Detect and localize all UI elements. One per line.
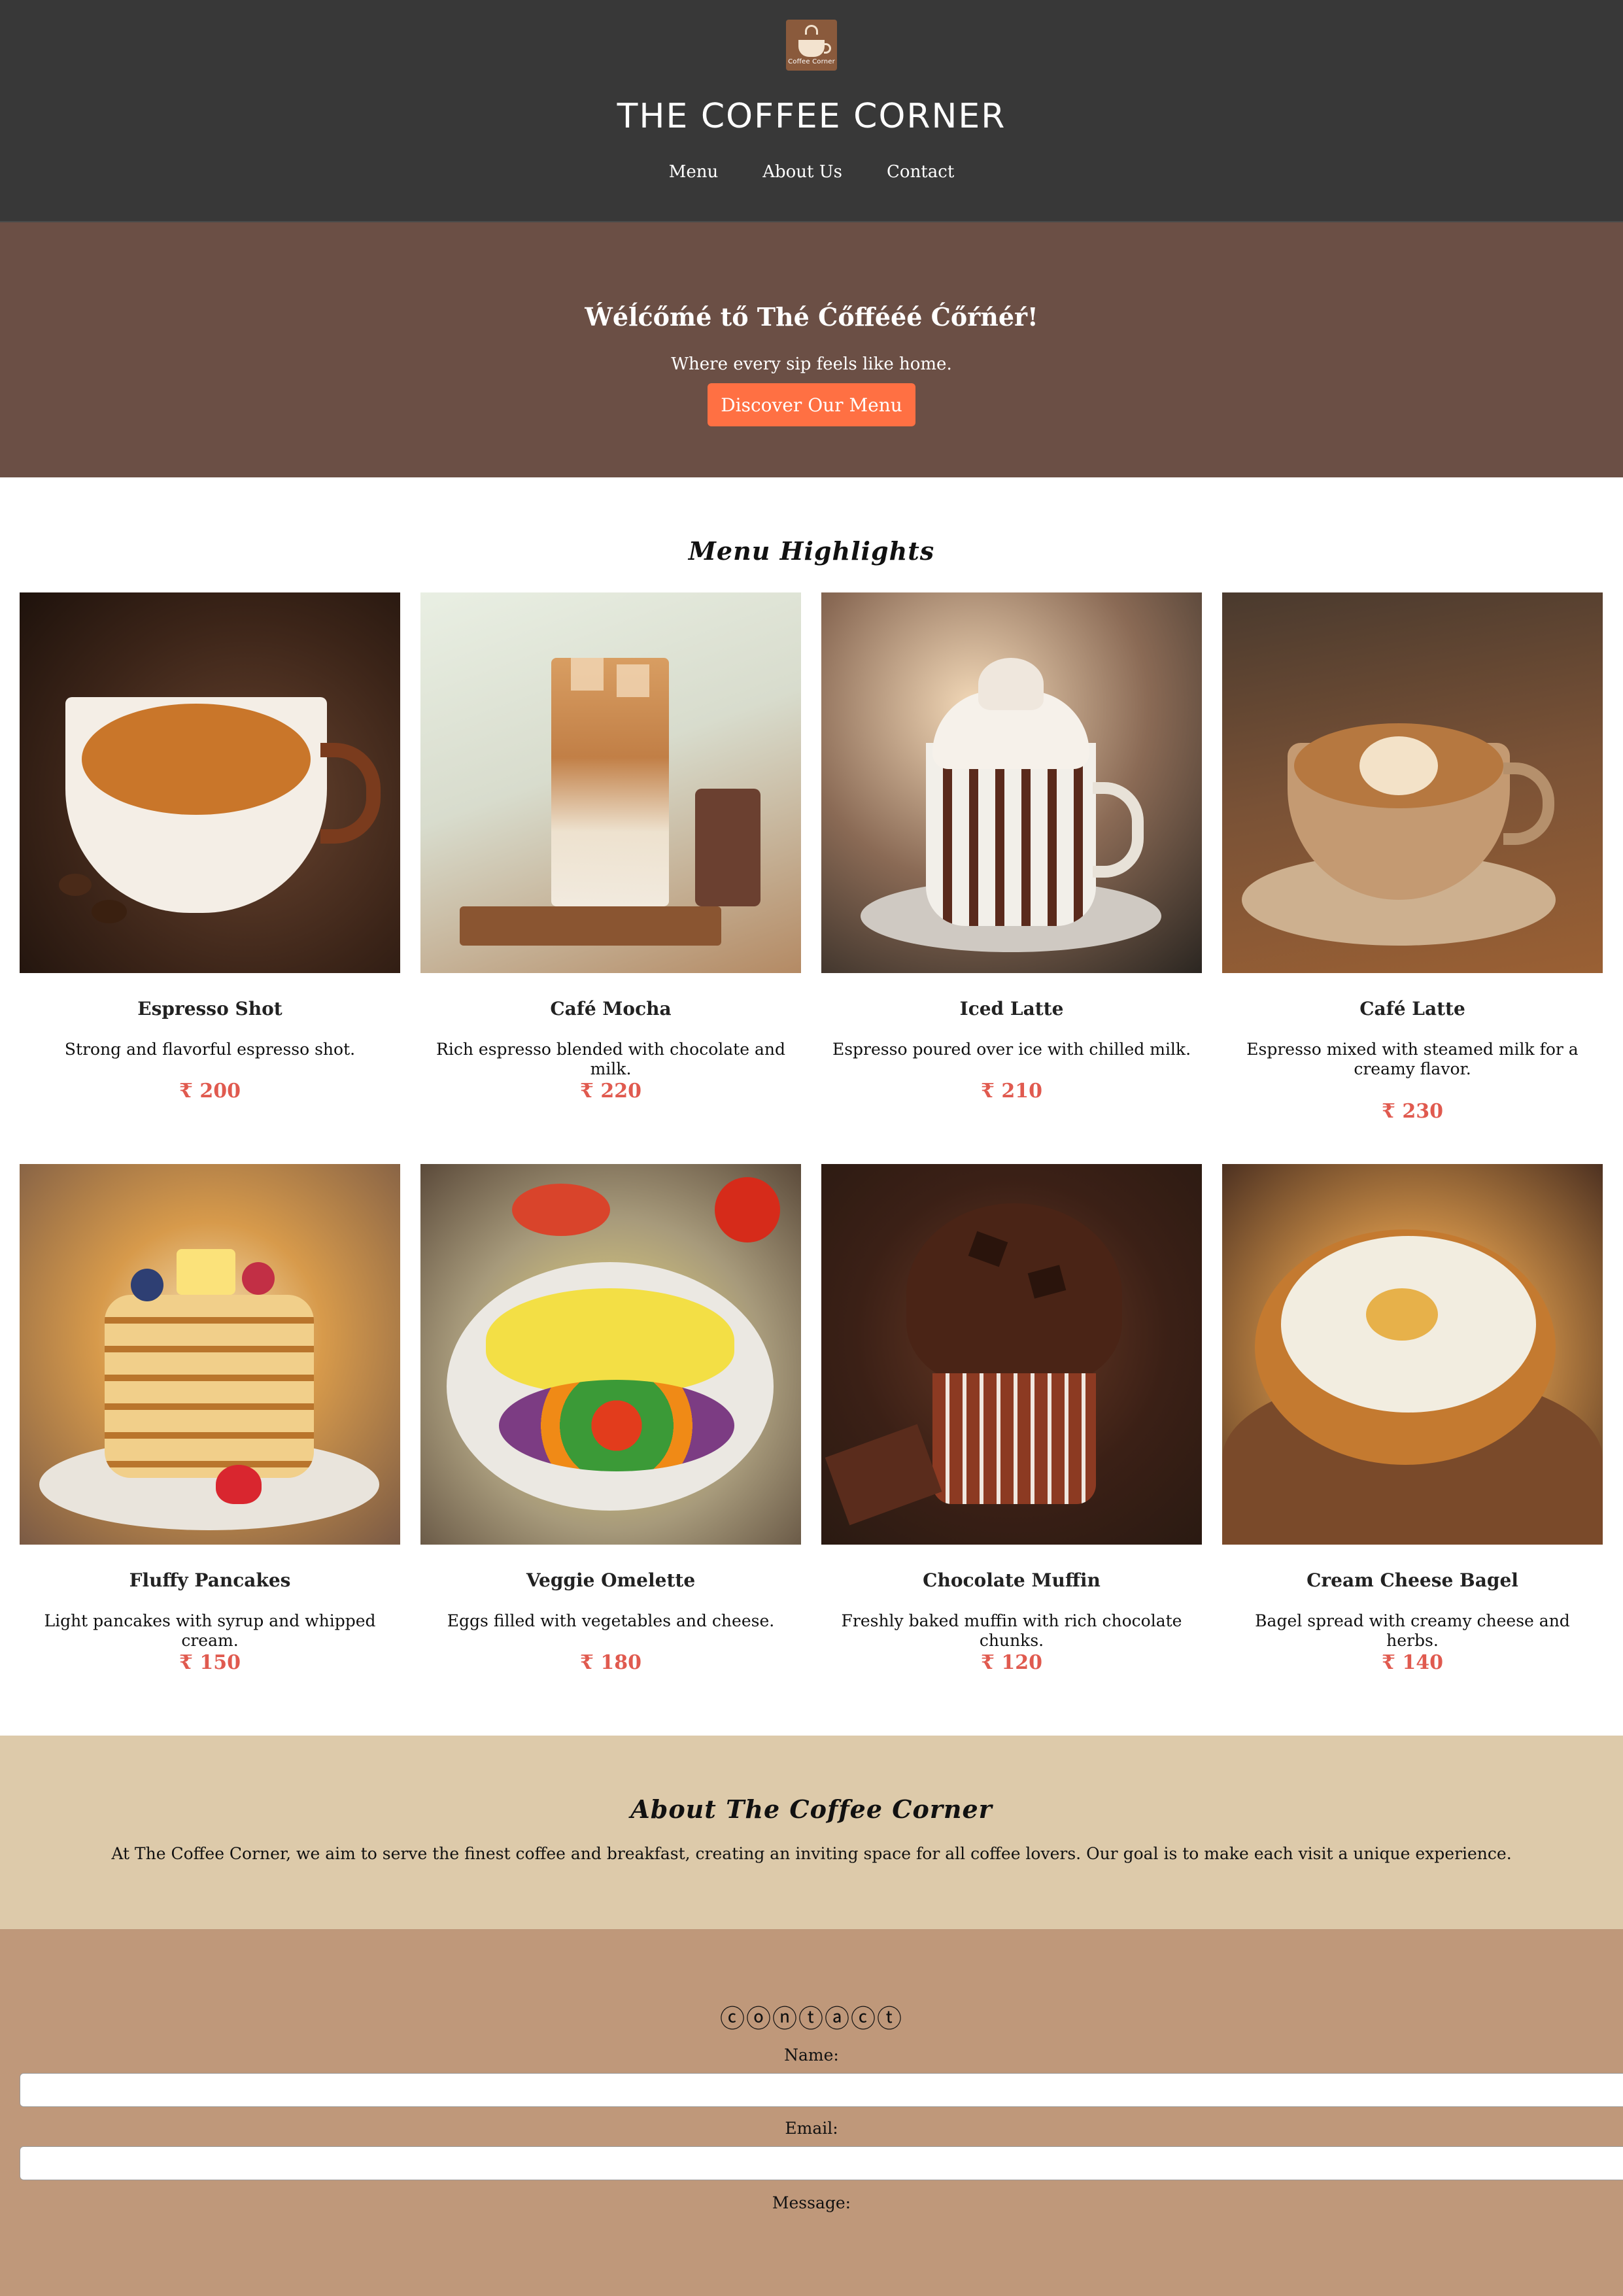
nav-link-about-us[interactable]: About Us bbox=[762, 162, 842, 182]
about-text: At The Coffee Corner, we aim to serve th… bbox=[111, 1844, 1512, 1863]
menu-item-name: Iced Latte bbox=[959, 998, 1064, 1019]
menu-item-price: ₹ 210 bbox=[981, 1080, 1042, 1103]
menu-card-fluffy-pancakes[interactable]: Fluffy Pancakes Light pancakes with syru… bbox=[20, 1164, 400, 1674]
menu-item-price: ₹ 120 bbox=[981, 1651, 1042, 1674]
menu-item-price: ₹ 220 bbox=[580, 1080, 641, 1103]
logo-label: Coffee Corner bbox=[788, 58, 835, 65]
menu-item-description: Bagel spread with creamy cheese and herb… bbox=[1255, 1611, 1570, 1650]
site-title: THE COFFEE CORNER bbox=[617, 97, 1006, 136]
site-header: Coffee Corner THE COFFEE CORNER Menu Abo… bbox=[0, 0, 1623, 222]
coffee-corner-logo[interactable]: Coffee Corner bbox=[786, 20, 837, 71]
menu-item-name: Veggie Omelette bbox=[526, 1569, 696, 1591]
nav-link-menu[interactable]: Menu bbox=[669, 162, 719, 182]
name-field[interactable] bbox=[20, 2073, 1623, 2107]
menu-item-name: Fluffy Pancakes bbox=[129, 1569, 291, 1591]
contact-title: ⓒⓞⓝⓣⓐⓒⓣ bbox=[719, 2004, 903, 2033]
menu-item-name: Café Latte bbox=[1359, 998, 1465, 1019]
about-section: About The Coffee Corner At The Coffee Co… bbox=[0, 1736, 1623, 1929]
cream-cheese-bagel-photo bbox=[1222, 1164, 1603, 1545]
coffee-cup-icon bbox=[798, 40, 831, 57]
menu-card-veggie-omelette[interactable]: Veggie Omelette Eggs filled with vegetab… bbox=[420, 1164, 801, 1674]
menu-highlights-title: Menu Highlights bbox=[688, 536, 935, 566]
menu-item-description: Espresso poured over ice with chilled mi… bbox=[832, 1040, 1191, 1059]
omelette-plate-photo bbox=[420, 1164, 801, 1545]
contact-section: ⓒⓞⓝⓣⓐⓒⓣ Name: Email: Message: bbox=[0, 1929, 1623, 2296]
menu-item-name: Espresso Shot bbox=[137, 998, 282, 1019]
hero-heading: Ẃéĺćőḿé tő Thé Ćőffééé Ćőŕńéŕ! bbox=[585, 302, 1038, 332]
name-label: Name: bbox=[784, 2046, 839, 2065]
menu-card-cafe-mocha[interactable]: Café Mocha Rich espresso blended with ch… bbox=[420, 592, 801, 1103]
menu-item-description: Light pancakes with syrup and whipped cr… bbox=[44, 1611, 376, 1650]
espresso-cup-photo bbox=[20, 592, 400, 973]
nav-link-contact[interactable]: Contact bbox=[887, 162, 954, 182]
menu-item-description: Rich espresso blended with chocolate and… bbox=[436, 1040, 785, 1078]
menu-item-description: Strong and flavorful espresso shot. bbox=[64, 1040, 356, 1059]
latte-art-cup-photo bbox=[1222, 592, 1603, 973]
steam-icon bbox=[805, 25, 818, 35]
menu-item-description: Eggs filled with vegetables and cheese. bbox=[447, 1611, 775, 1630]
menu-item-price: ₹ 150 bbox=[179, 1651, 241, 1674]
whipped-cream-mug-photo bbox=[821, 592, 1202, 973]
pancake-stack-photo bbox=[20, 1164, 400, 1545]
email-label: Email: bbox=[785, 2119, 838, 2138]
discover-menu-button[interactable]: Discover Our Menu bbox=[708, 383, 915, 426]
menu-item-price: ₹ 230 bbox=[1382, 1100, 1443, 1123]
menu-item-name: Café Mocha bbox=[550, 998, 672, 1019]
menu-item-price: ₹ 200 bbox=[179, 1080, 241, 1103]
message-label: Message: bbox=[772, 2193, 851, 2212]
chocolate-muffin-photo bbox=[821, 1164, 1202, 1545]
about-title: About The Coffee Corner bbox=[630, 1794, 993, 1824]
hero-tagline: Where every sip feels like home. bbox=[671, 354, 952, 374]
menu-section: Menu Highlights Espresso Shot Strong and… bbox=[0, 477, 1623, 1736]
menu-item-price: ₹ 180 bbox=[580, 1651, 641, 1674]
menu-item-description: Espresso mixed with steamed milk for a c… bbox=[1246, 1040, 1579, 1078]
menu-item-name: Cream Cheese Bagel bbox=[1307, 1569, 1518, 1591]
menu-card-espresso-shot[interactable]: Espresso Shot Strong and flavorful espre… bbox=[20, 592, 400, 1103]
menu-card-chocolate-muffin[interactable]: Chocolate Muffin Freshly baked muffin wi… bbox=[821, 1164, 1202, 1674]
hero-section: Ẃéĺćőḿé tő Thé Ćőffééé Ćőŕńéŕ! Where eve… bbox=[0, 222, 1623, 477]
menu-item-price: ₹ 140 bbox=[1382, 1651, 1443, 1674]
menu-card-iced-latte[interactable]: Iced Latte Espresso poured over ice with… bbox=[821, 592, 1202, 1103]
menu-card-cream-cheese-bagel[interactable]: Cream Cheese Bagel Bagel spread with cre… bbox=[1222, 1164, 1603, 1674]
email-field[interactable] bbox=[20, 2146, 1623, 2180]
menu-item-name: Chocolate Muffin bbox=[923, 1569, 1101, 1591]
iced-mocha-glass-photo bbox=[420, 592, 801, 973]
menu-item-description: Freshly baked muffin with rich chocolate… bbox=[841, 1611, 1182, 1650]
menu-card-cafe-latte[interactable]: Café Latte Espresso mixed with steamed m… bbox=[1222, 592, 1603, 1123]
main-nav: Menu About Us Contact bbox=[0, 162, 1623, 182]
